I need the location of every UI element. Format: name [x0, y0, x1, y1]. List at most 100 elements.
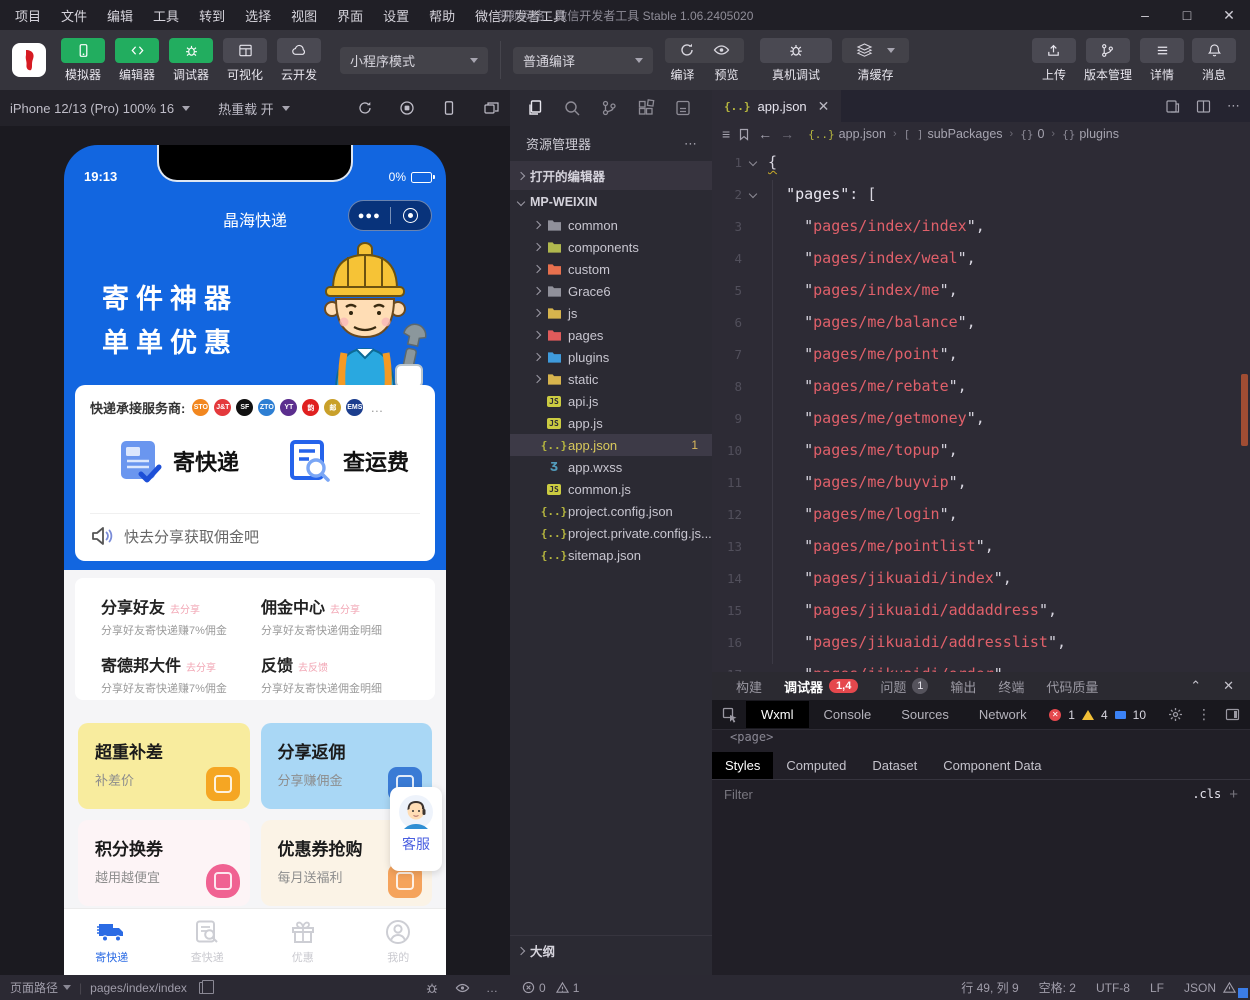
- tree-item-common.js[interactable]: JScommon.js: [510, 478, 712, 500]
- close-panel-icon[interactable]: ✕: [1223, 678, 1234, 694]
- tab-app-json[interactable]: {..} app.json ✕: [712, 90, 841, 122]
- split-editor-icon[interactable]: [1196, 98, 1211, 114]
- tree-item-components[interactable]: components: [510, 236, 712, 258]
- open-editors-section[interactable]: 打开的编辑器: [510, 161, 712, 190]
- statusbar-info-4[interactable]: JSON: [1184, 981, 1216, 995]
- share-notice-text[interactable]: 快去分享获取佣金吧: [124, 526, 259, 547]
- statusbar-more-icon[interactable]: …: [486, 981, 498, 995]
- menu-item-4[interactable]: 转到: [190, 3, 234, 28]
- tabbar-item-我的[interactable]: 我的: [351, 919, 447, 965]
- statusbar-alert-icon[interactable]: [1223, 981, 1236, 994]
- toolbar-button-云开发[interactable]: 云开发: [273, 38, 325, 83]
- toolbar-button-可视化[interactable]: 可视化: [219, 38, 271, 83]
- source-control-icon[interactable]: [600, 99, 618, 117]
- editor-more-icon[interactable]: ⋯: [1227, 98, 1240, 114]
- toolbar-action-版本管理[interactable]: 版本管理: [1084, 38, 1132, 83]
- tree-item-plugins[interactable]: plugins: [510, 346, 712, 368]
- compile-label[interactable]: 编译: [670, 66, 694, 83]
- editor-scrollbar[interactable]: [1241, 146, 1248, 672]
- devtools-settings-icon[interactable]: [1168, 707, 1183, 722]
- statusbar-info-2[interactable]: UTF-8: [1096, 981, 1130, 995]
- devtools-tab-Network[interactable]: Network: [964, 701, 1042, 728]
- debug-tab-构建[interactable]: 构建: [736, 677, 762, 696]
- debug-tab-问题[interactable]: 问题1: [880, 677, 928, 696]
- open-changes-icon[interactable]: [1165, 98, 1180, 114]
- tabbar-item-查快递[interactable]: 查快递: [160, 919, 256, 965]
- styles-tab-dataset[interactable]: Dataset: [859, 752, 930, 779]
- menu-item-8[interactable]: 设置: [374, 3, 418, 28]
- tabbar-item-寄快递[interactable]: 寄快递: [64, 919, 160, 965]
- tree-item-js[interactable]: js: [510, 302, 712, 324]
- styles-tab-styles[interactable]: Styles: [712, 752, 773, 779]
- menu-item-6[interactable]: 视图: [282, 3, 326, 28]
- tree-item-app.wxss[interactable]: Ʒapp.wxss: [510, 456, 712, 478]
- menu-item-3[interactable]: 工具: [144, 3, 188, 28]
- more-dots-icon[interactable]: ●●●: [349, 210, 390, 222]
- code-area[interactable]: 1{2 "pages": [3 "pages/index/index",4 "p…: [712, 146, 1250, 672]
- clear-cache-label[interactable]: 清缓存: [857, 66, 893, 83]
- project-root-section[interactable]: MP-WEIXIN: [510, 190, 712, 214]
- toolbar-button-模拟器[interactable]: 模拟器: [57, 38, 109, 83]
- statusbar-eye-icon[interactable]: [455, 981, 470, 995]
- cls-toggle[interactable]: .cls: [1192, 787, 1221, 801]
- dock-side-icon[interactable]: [1225, 707, 1240, 722]
- tree-item-app.json[interactable]: {..}app.json1: [510, 434, 712, 456]
- collapse-panel-icon[interactable]: ⌃: [1190, 678, 1201, 694]
- add-style-icon[interactable]: +: [1229, 786, 1238, 803]
- breadcrumb-0[interactable]: {}0: [1020, 127, 1044, 141]
- nav-back-icon[interactable]: ←: [758, 126, 772, 142]
- outline-section[interactable]: 大纲: [510, 935, 712, 965]
- tree-item-api.js[interactable]: JSapi.js: [510, 390, 712, 412]
- tree-item-pages[interactable]: pages: [510, 324, 712, 346]
- tree-item-common[interactable]: common: [510, 214, 712, 236]
- hot-reload-toggle[interactable]: 热重载 开: [218, 99, 290, 118]
- record-icon[interactable]: [399, 100, 415, 116]
- bookmark-icon[interactable]: [738, 128, 750, 141]
- compile-mode-select[interactable]: 普通编译: [513, 47, 653, 74]
- send-express-button[interactable]: 寄快递: [117, 437, 239, 485]
- tree-item-project.config.json[interactable]: {..}project.config.json: [510, 500, 712, 522]
- tree-item-app.js[interactable]: JSapp.js: [510, 412, 712, 434]
- menu-item-0[interactable]: 项目: [6, 3, 50, 28]
- breadcrumb-plugins[interactable]: {}plugins: [1062, 127, 1119, 141]
- files-icon[interactable]: [526, 99, 544, 117]
- tabbar-item-优惠[interactable]: 优惠: [255, 919, 351, 965]
- share-item-0[interactable]: 分享好友去分享分享好友寄快递赚7%佣金: [101, 594, 261, 638]
- share-item-1[interactable]: 佣金中心去分享分享好友寄快递佣金明细: [261, 594, 421, 638]
- debug-tab-输出[interactable]: 输出: [950, 677, 976, 696]
- debug-tab-代码质量[interactable]: 代码质量: [1046, 677, 1098, 696]
- styles-tab-computed[interactable]: Computed: [773, 752, 859, 779]
- explorer-more-icon[interactable]: ⋯: [684, 136, 698, 152]
- devtools-tab-Console[interactable]: Console: [809, 701, 887, 728]
- maximize-button[interactable]: □: [1166, 0, 1208, 30]
- toolbar-action-上传[interactable]: 上传: [1032, 38, 1076, 83]
- statusbar-info-3[interactable]: LF: [1150, 981, 1164, 995]
- styles-tab-component-data[interactable]: Component Data: [930, 752, 1054, 779]
- extensions-icon[interactable]: [637, 99, 655, 117]
- breadcrumb-app.json[interactable]: {..}app.json: [808, 127, 886, 141]
- compile-refresh-icon[interactable]: [679, 42, 695, 58]
- breadcrumb-subPackages[interactable]: [ ]subPackages: [904, 127, 1003, 141]
- minimize-button[interactable]: –: [1124, 0, 1166, 30]
- share-item-3[interactable]: 反馈去反馈分享好友寄快递佣金明细: [261, 652, 421, 696]
- outline-list-icon[interactable]: ≡: [722, 126, 730, 142]
- error-count[interactable]: 1: [1068, 708, 1075, 722]
- info-count[interactable]: 10: [1133, 708, 1146, 722]
- tree-item-custom[interactable]: custom: [510, 258, 712, 280]
- toolbar-button-调试器[interactable]: 调试器: [165, 38, 217, 83]
- preview-label[interactable]: 预览: [715, 66, 739, 83]
- menu-item-9[interactable]: 帮助: [420, 3, 464, 28]
- element-picker-icon[interactable]: [722, 707, 738, 723]
- menu-item-2[interactable]: 编辑: [98, 3, 142, 28]
- page-path-select[interactable]: 页面路径: [10, 979, 71, 996]
- preview-eye-icon[interactable]: [713, 42, 730, 58]
- remote-debug-label[interactable]: 真机调试: [772, 66, 820, 83]
- devtools-more-icon[interactable]: ⋮: [1197, 706, 1211, 723]
- tree-item-sitemap.json[interactable]: {..}sitemap.json: [510, 544, 712, 566]
- toolbar-action-详情[interactable]: 详情: [1140, 38, 1184, 83]
- query-fee-button[interactable]: 查运费: [287, 437, 409, 485]
- fold-chevron-icon[interactable]: [742, 159, 764, 165]
- restart-icon[interactable]: [357, 100, 373, 116]
- customer-service-widget[interactable]: 客服: [390, 787, 442, 871]
- statusbar-info-1[interactable]: 空格: 2: [1039, 979, 1076, 996]
